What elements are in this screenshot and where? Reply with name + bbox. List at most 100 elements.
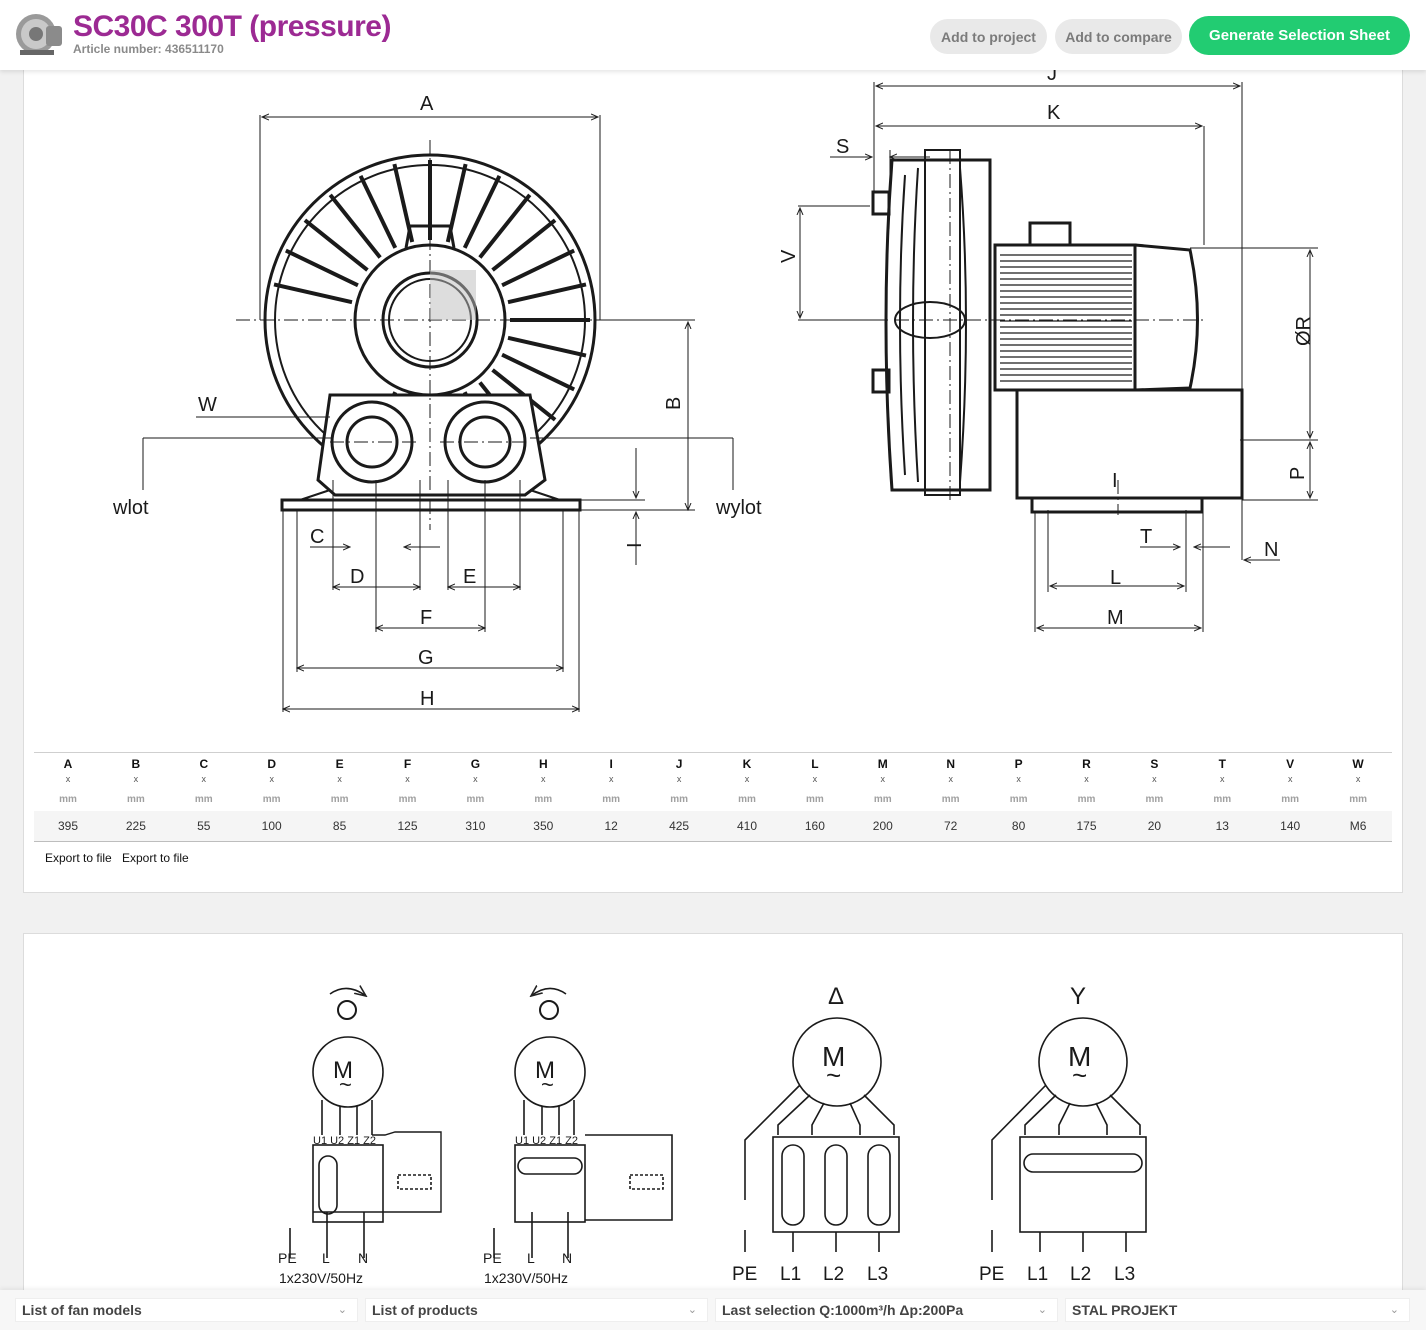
products-dropdown[interactable]: List of products ⌄	[365, 1298, 708, 1322]
rib-line	[507, 282, 587, 305]
article-number: Article number: 436511170	[73, 42, 224, 56]
dimension-label: H	[538, 757, 548, 771]
rib-line	[273, 282, 353, 305]
dimension-value: 425	[669, 819, 690, 833]
dimension-x: x	[1355, 774, 1361, 784]
tilde-label-1: ~	[339, 1072, 352, 1097]
terminal-row-2: U1 U2 Z1 Z2	[515, 1135, 578, 1147]
dimension-value: 200	[872, 819, 893, 833]
dimension-unit: mm	[126, 794, 145, 805]
terminal-row-1: U1 U2 Z1 Z2	[313, 1135, 376, 1147]
dimension-x: x	[948, 774, 953, 784]
dimension-label: N	[946, 757, 956, 771]
last-selection-label: Last selection Q:1000m³/h Δp:200Pa	[722, 1302, 964, 1318]
dimension-unit: mm	[1077, 794, 1096, 805]
l-label-1: L	[322, 1250, 330, 1266]
wiring-single-phase-2	[493, 988, 673, 1258]
star-label: Y	[1070, 983, 1086, 1010]
add-to-project-button[interactable]: Add to project	[930, 19, 1047, 54]
dimension-x: x	[269, 774, 274, 784]
l1-label-4: L1	[1027, 1264, 1048, 1285]
dim-label-h: H	[420, 688, 434, 710]
pe-label-3: PE	[732, 1264, 757, 1285]
dimension-value: 20	[1147, 819, 1162, 833]
fan-models-label: List of fan models	[22, 1302, 142, 1318]
dimension-x: x	[201, 774, 207, 784]
l1-label-3: L1	[780, 1264, 801, 1285]
dimension-label: C	[199, 757, 209, 771]
fan-models-dropdown[interactable]: List of fan models ⌄	[15, 1298, 358, 1322]
dim-label-b: B	[663, 397, 685, 410]
dimension-x: x	[676, 774, 682, 784]
supply-label-2: 1x230V/50Hz	[484, 1270, 568, 1286]
dimension-x: x	[744, 774, 750, 784]
dim-label-w: W	[198, 394, 217, 416]
chevron-down-icon: ⌄	[1389, 1304, 1399, 1316]
last-selection-dropdown[interactable]: Last selection Q:1000m³/h Δp:200Pa ⌄	[715, 1298, 1058, 1322]
l2-label-3: L2	[823, 1264, 844, 1285]
dimension-value: 12	[604, 819, 618, 833]
dimension-unit: mm	[398, 794, 417, 805]
dimension-x: x	[473, 774, 478, 784]
dimension-x: x	[1016, 774, 1021, 784]
dimension-label: K	[742, 757, 752, 771]
dimension-unit: mm	[330, 794, 349, 805]
export-to-file-link-2[interactable]: Export to file	[122, 851, 189, 865]
inlet-label: wlot	[112, 497, 149, 519]
dimension-value: 160	[804, 819, 825, 833]
dim-label-l: L	[1110, 567, 1121, 589]
n-label-2: N	[562, 1250, 572, 1266]
l3-label-3: L3	[867, 1264, 888, 1285]
dimension-unit: mm	[262, 794, 281, 805]
dimension-unit: mm	[59, 794, 77, 805]
dimension-x: x	[1287, 774, 1293, 784]
dimension-x: x	[65, 774, 71, 784]
dimension-label: F	[403, 757, 412, 771]
dimension-label: P	[1014, 757, 1023, 771]
dimension-unit: mm	[466, 794, 485, 805]
project-label: STAL PROJEKT	[1072, 1302, 1178, 1318]
dimension-value: 410	[736, 819, 758, 833]
dimension-label: D	[267, 757, 277, 771]
delta-label: Δ	[828, 983, 844, 1010]
dim-label-m: M	[1107, 607, 1124, 629]
dimension-unit: mm	[941, 794, 960, 805]
chevron-down-icon: ⌄	[687, 1304, 697, 1316]
dimension-label: W	[1352, 757, 1364, 771]
project-dropdown[interactable]: STAL PROJEKT ⌄	[1065, 1298, 1410, 1322]
dimension-x: x	[880, 774, 886, 784]
dim-label-d: D	[350, 566, 364, 588]
dim-label-c: C	[310, 526, 324, 548]
dimension-unit: mm	[1349, 794, 1367, 805]
dimension-label: L	[811, 757, 819, 771]
supply-label-1: 1x230V/50Hz	[279, 1270, 363, 1286]
dimension-label: E	[335, 757, 344, 771]
dimension-x: x	[812, 774, 818, 784]
dimension-label: A	[63, 757, 73, 771]
dimension-label: S	[1150, 757, 1159, 771]
dimension-label: J	[675, 757, 683, 771]
pe-label-4: PE	[979, 1264, 1004, 1285]
chevron-down-icon: ⌄	[337, 1304, 347, 1316]
dimension-drawing: A B C D E F G H I W wlot wylot J K S V Ø…	[112, 63, 1318, 750]
page-title: SC30C 300T (pressure)	[73, 10, 391, 43]
products-label: List of products	[372, 1302, 478, 1318]
tilde-label-2: ~	[541, 1072, 554, 1097]
dimension-value: 100	[261, 819, 282, 833]
dimension-unit: mm	[1281, 794, 1300, 805]
tilde-label-3: ~	[826, 1060, 841, 1090]
dimension-label: V	[1286, 757, 1295, 771]
product-thumbnail	[12, 8, 64, 58]
add-to-compare-button[interactable]: Add to compare	[1055, 19, 1182, 54]
dimension-value: 395	[57, 819, 79, 833]
generate-selection-sheet-button[interactable]: Generate Selection Sheet	[1189, 16, 1410, 55]
dimension-x: x	[1152, 774, 1157, 784]
dimension-value: M6	[1349, 819, 1367, 833]
dimension-value: 350	[533, 819, 554, 833]
dimension-x: x	[405, 774, 410, 784]
export-to-file-link[interactable]: Export to file	[45, 851, 112, 865]
dimension-label: T	[1218, 757, 1226, 771]
dimension-value: 140	[1280, 819, 1301, 833]
dimension-value: 85	[332, 819, 347, 833]
dim-label-v: V	[778, 249, 800, 263]
